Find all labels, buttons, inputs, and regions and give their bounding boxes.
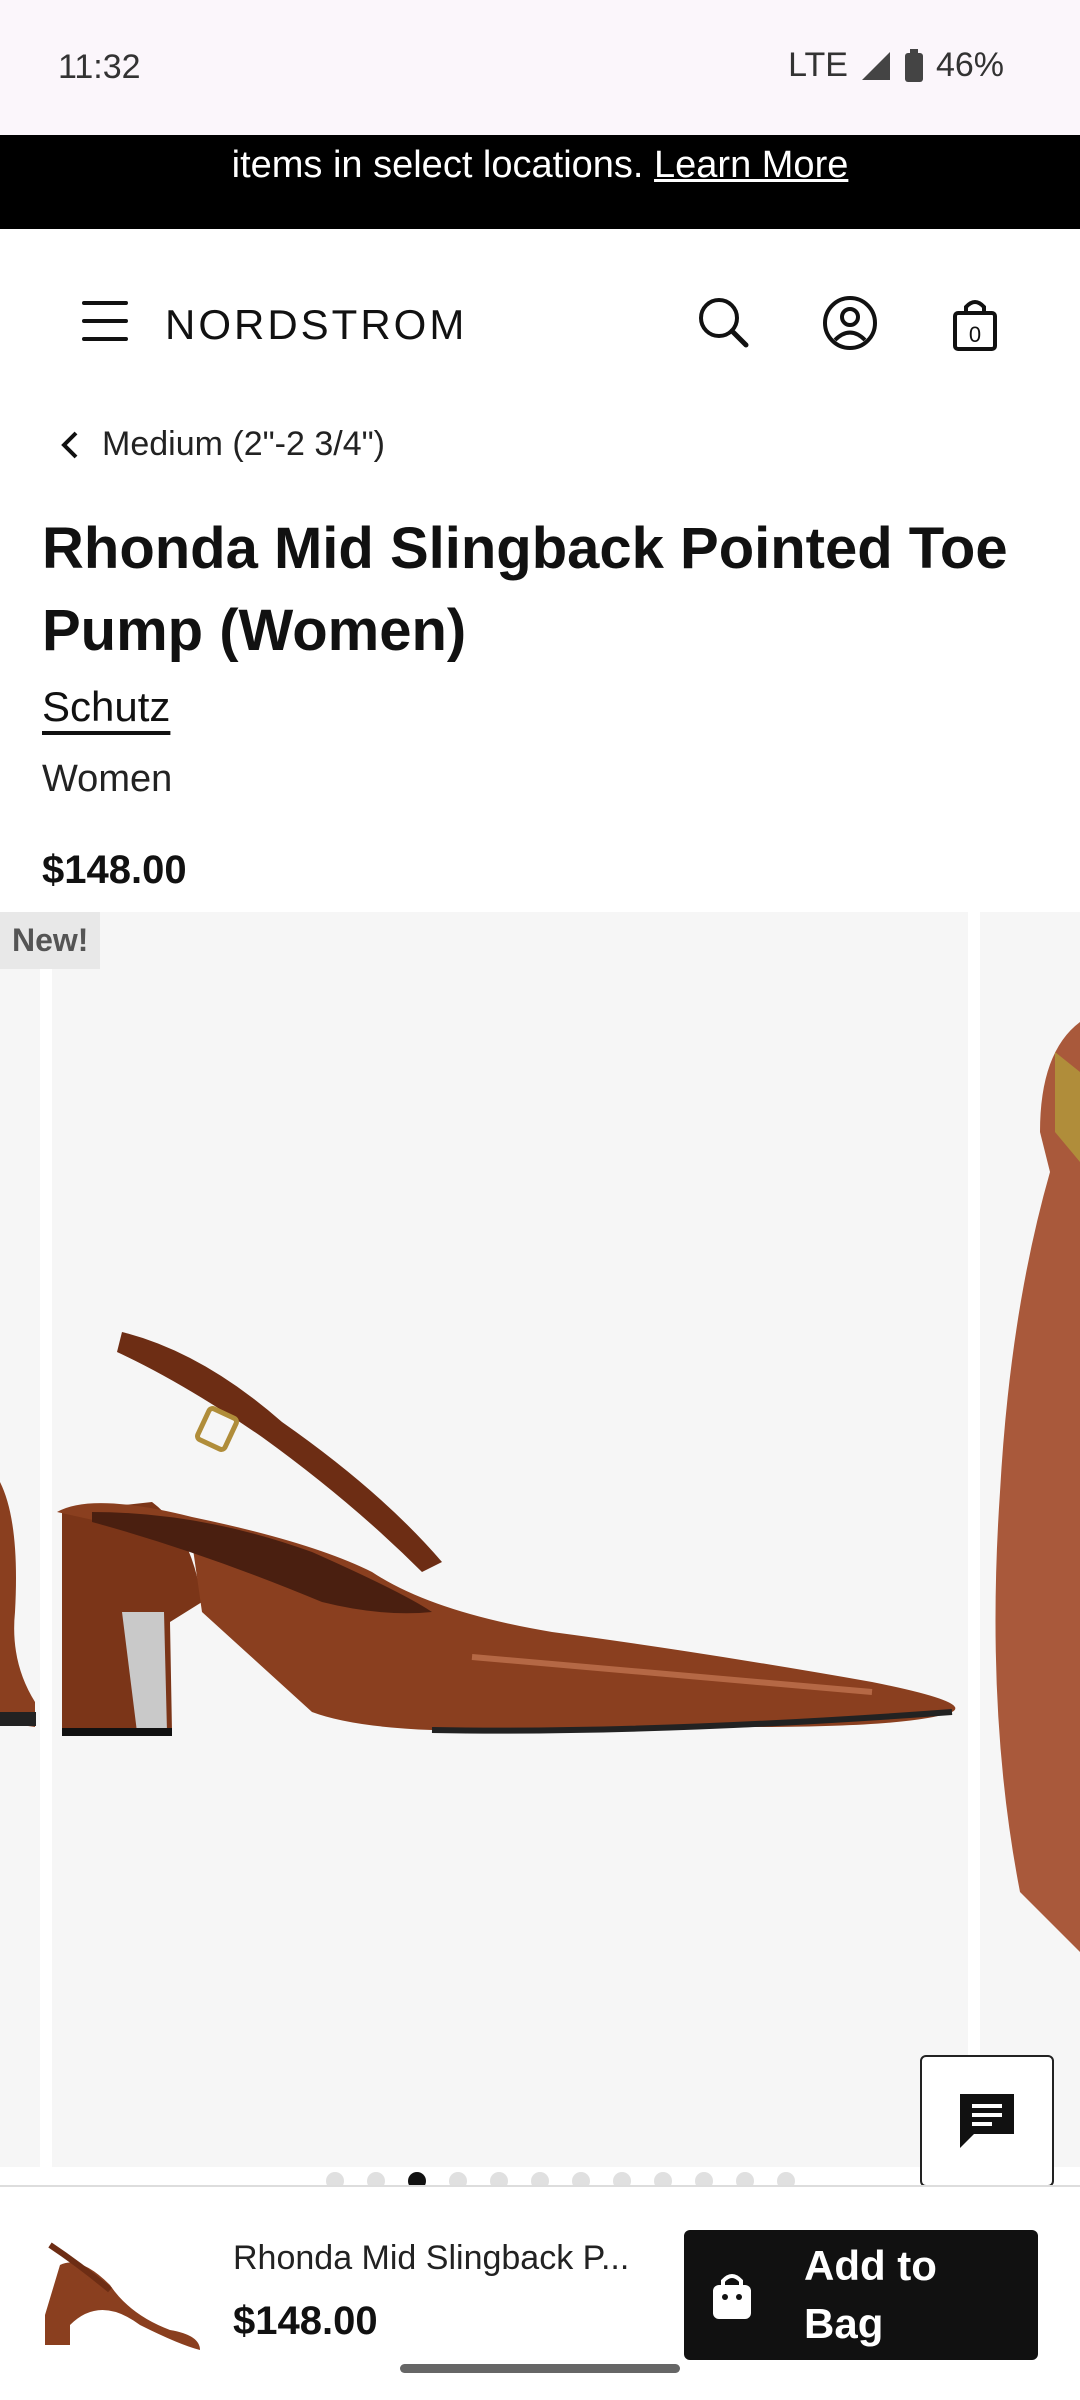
nordstrom-logo[interactable]: NORDSTROM — [165, 301, 467, 349]
product-title: Rhonda Mid Slingback Pointed Toe Pump (W… — [42, 516, 1008, 663]
shoe-image — [57, 1332, 956, 1736]
shoe-fragment-left — [0, 1482, 36, 1727]
image-gallery[interactable]: New! — [0, 912, 1080, 2167]
shoe-fragment-right — [995, 1022, 1080, 1952]
previous-image[interactable] — [0, 912, 40, 2167]
bottom-product-price: $148.00 — [233, 2299, 378, 2343]
department-label: Women — [42, 758, 173, 800]
status-time: 11:32 — [58, 48, 141, 86]
bag-count: 0 — [969, 322, 981, 347]
product-thumbnail[interactable] — [40, 2235, 210, 2355]
signal-icon — [861, 51, 890, 80]
add-to-bag-label: Add to Bag — [804, 2242, 937, 2347]
new-badge: New! — [0, 912, 101, 969]
battery-icon — [904, 48, 923, 82]
chevron-left-icon — [61, 431, 78, 458]
promo-text: items in select locations. — [231, 144, 644, 186]
promo-banner: items in select locations. Learn More — [0, 135, 1080, 229]
menu-icon[interactable] — [82, 301, 128, 341]
breadcrumb-label: Medium (2"-2 3/4") — [102, 425, 386, 463]
site-header: NORDSTROM 0 — [0, 229, 1080, 419]
status-bar: 11:32 LTE 46% — [0, 0, 1080, 135]
brand-link[interactable]: Schutz — [42, 683, 170, 731]
search-icon[interactable] — [694, 293, 754, 353]
home-indicator[interactable] — [400, 2364, 680, 2373]
battery-percent: 46% — [935, 46, 1004, 84]
learn-more-link[interactable]: Learn More — [654, 144, 848, 186]
breadcrumb[interactable]: Medium (2"-2 3/4") — [58, 425, 385, 464]
product-price: $148.00 — [42, 848, 187, 892]
next-image[interactable] — [980, 912, 1080, 2167]
shopping-bag-icon[interactable]: 0 — [945, 293, 1005, 353]
bag-icon — [713, 2274, 751, 2319]
bottom-product-name: Rhonda Mid Slingback P... — [233, 2239, 630, 2277]
account-icon[interactable] — [820, 293, 880, 353]
status-right: LTE 46% — [788, 46, 1004, 85]
add-to-bag-button[interactable]: Add to Bag — [684, 2230, 1038, 2360]
network-label: LTE — [788, 46, 848, 84]
chat-button[interactable] — [920, 2055, 1054, 2187]
chat-icon — [960, 2094, 1014, 2148]
main-product-image[interactable] — [52, 912, 968, 2167]
